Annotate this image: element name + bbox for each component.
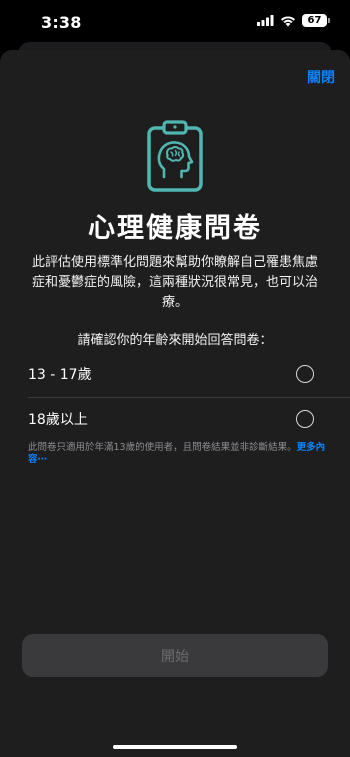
- option-label: 18歲以上: [28, 412, 88, 428]
- page-title: 心理健康問卷: [88, 213, 262, 244]
- wifi-icon: [281, 15, 295, 26]
- disclaimer: 此問卷只適用於年滿13歲的使用者，且問卷結果並非診斷結果。更多內容⋯: [28, 442, 336, 466]
- disclaimer-text: 此問卷只適用於年滿13歲的使用者，且問卷結果並非診斷結果。: [28, 442, 297, 453]
- battery-icon: 67: [302, 14, 330, 27]
- battery-level: 67: [302, 14, 327, 27]
- radio-button[interactable]: [296, 410, 314, 428]
- status-bar: 3:38 67: [0, 0, 350, 46]
- start-button[interactable]: 開始: [22, 634, 328, 677]
- clipboard-brain-icon: [147, 120, 203, 192]
- status-icons: 67: [257, 14, 330, 27]
- signal-icon: [257, 15, 274, 26]
- close-button[interactable]: 關閉: [307, 67, 335, 87]
- description-text: 此評估使用標準化問題來幫助你瞭解自己罹患焦慮症和憂鬱症的風險，這兩種狀況很常見，…: [31, 255, 318, 310]
- age-option-18-plus[interactable]: 18歲以上: [28, 402, 322, 436]
- option-label: 13 - 17歲: [28, 367, 92, 383]
- divider: [28, 397, 350, 398]
- age-prompt: 請確認你的年齡來開始回答問卷：: [77, 333, 273, 348]
- questionnaire-sheet: 關閉 心理健康問卷 此評估使用標準化問題來幫助你瞭解自己罹患焦慮症和憂鬱症的風險…: [0, 50, 350, 757]
- radio-button[interactable]: [296, 365, 314, 383]
- status-time: 3:38: [41, 13, 82, 32]
- home-indicator[interactable]: [113, 745, 237, 749]
- age-option-13-17[interactable]: 13 - 17歲: [28, 357, 322, 391]
